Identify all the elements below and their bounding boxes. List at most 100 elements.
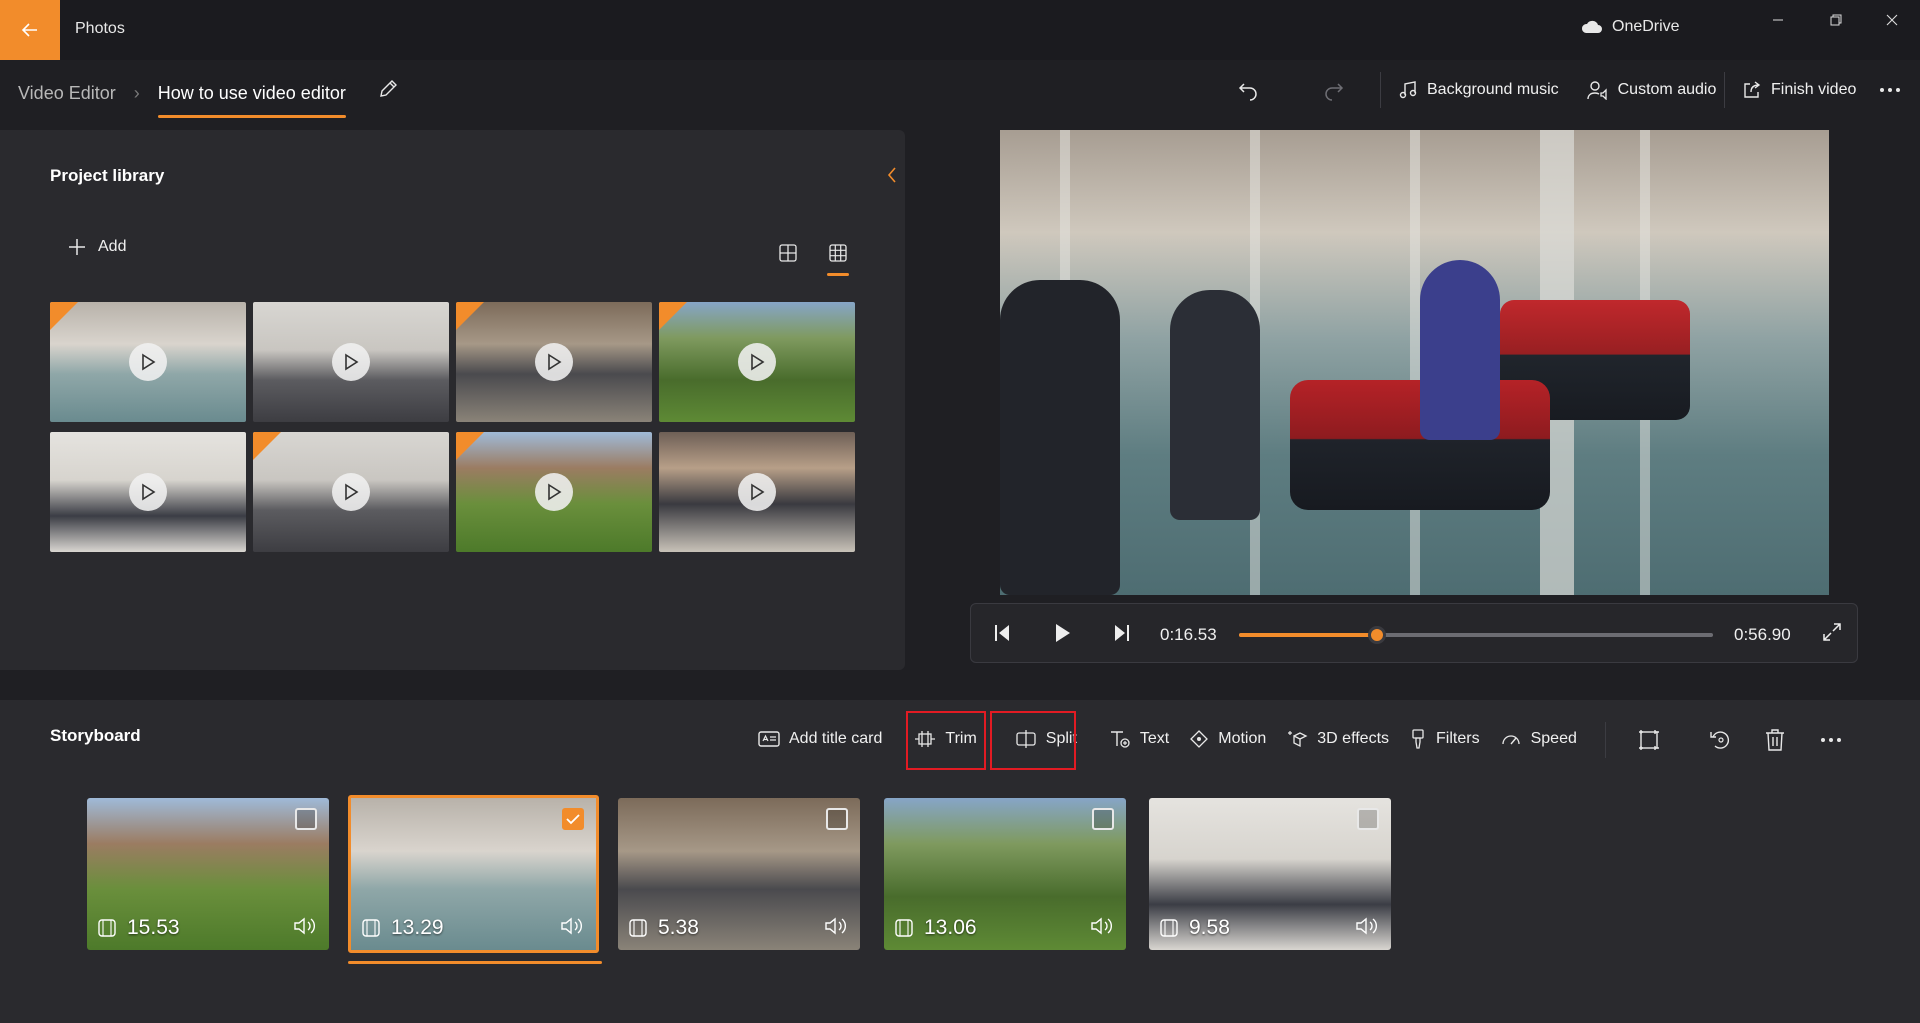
cloud-icon	[1581, 20, 1602, 33]
person-silhouette	[1000, 280, 1120, 595]
volume-icon[interactable]	[824, 916, 848, 936]
rotate-button[interactable]	[1708, 728, 1732, 752]
clip-checkbox[interactable]	[1092, 808, 1114, 830]
play-overlay-icon[interactable]	[129, 343, 167, 381]
volume-icon[interactable]	[293, 916, 317, 936]
rename-button[interactable]	[377, 78, 399, 100]
play-overlay-icon[interactable]	[332, 343, 370, 381]
play-button[interactable]	[1049, 620, 1075, 646]
library-thumbnail[interactable]	[456, 302, 652, 422]
video-preview[interactable]	[1000, 130, 1829, 595]
3d-effects-button[interactable]: 3D effects	[1276, 714, 1399, 764]
in-use-marker	[659, 302, 687, 330]
motion-icon	[1190, 730, 1209, 748]
add-title-card-button[interactable]: Add title card	[748, 714, 892, 764]
text-add-icon	[1110, 731, 1130, 748]
clip-duration-value: 15.53	[127, 916, 180, 939]
storyboard-toolbar: Add title card Trim Split Text Motion 3D…	[748, 714, 1587, 764]
volume-icon[interactable]	[1090, 916, 1114, 936]
speed-label: Speed	[1530, 730, 1577, 747]
chevron-right-icon: ›	[133, 83, 140, 103]
fullscreen-button[interactable]	[1821, 621, 1843, 643]
title-card-icon	[758, 731, 780, 747]
filters-button[interactable]: Filters	[1399, 714, 1490, 764]
library-thumbnail[interactable]	[456, 432, 652, 552]
onedrive-status[interactable]: OneDrive	[1580, 18, 1680, 36]
person-silhouette	[1170, 290, 1260, 520]
add-media-button[interactable]: Add	[68, 238, 126, 256]
library-thumbnail[interactable]	[659, 432, 855, 552]
storyboard-clip[interactable]: 5.38	[618, 798, 860, 950]
volume-icon[interactable]	[560, 916, 584, 936]
person-audio-icon	[1586, 81, 1607, 100]
clip-duration-value: 9.58	[1189, 916, 1230, 939]
clip-checkbox[interactable]	[562, 808, 584, 830]
storyboard-more-button[interactable]	[1819, 730, 1843, 750]
close-icon	[1886, 14, 1898, 26]
text-button[interactable]: Text	[1099, 714, 1179, 764]
storyboard-clip[interactable]: 13.06	[884, 798, 1126, 950]
split-highlight-box	[990, 711, 1076, 770]
storyboard-clip[interactable]: 9.58	[1149, 798, 1391, 950]
small-thumbnails-button[interactable]	[823, 238, 853, 276]
more-horizontal-icon	[1821, 738, 1841, 742]
play-overlay-icon[interactable]	[535, 343, 573, 381]
play-overlay-icon[interactable]	[738, 343, 776, 381]
resize-black-bars-button[interactable]	[1637, 728, 1661, 752]
library-thumbnail[interactable]	[253, 302, 449, 422]
library-thumbnail[interactable]	[253, 432, 449, 552]
film-icon	[362, 919, 380, 937]
custom-audio-button[interactable]: Custom audio	[1579, 72, 1725, 108]
clip-checkbox[interactable]	[1357, 808, 1379, 830]
volume-icon[interactable]	[1355, 916, 1379, 936]
in-use-marker	[456, 432, 484, 460]
storyboard-clip[interactable]: 15.53	[87, 798, 329, 950]
more-options-button[interactable]	[1878, 80, 1902, 100]
clip-duration: 5.38	[628, 916, 699, 940]
clip-checkbox[interactable]	[295, 808, 317, 830]
motion-button[interactable]: Motion	[1179, 714, 1276, 764]
seek-bar[interactable]	[1239, 626, 1713, 644]
seek-handle[interactable]	[1367, 626, 1386, 644]
library-thumbnail[interactable]	[50, 302, 246, 422]
back-button[interactable]	[0, 0, 60, 60]
play-overlay-icon[interactable]	[332, 473, 370, 511]
library-thumbnail[interactable]	[659, 302, 855, 422]
collapse-library-button[interactable]	[886, 166, 898, 184]
restore-button[interactable]	[1808, 0, 1864, 40]
project-library-title: Project library	[50, 166, 165, 185]
minimize-button[interactable]	[1750, 0, 1806, 40]
close-window-button[interactable]	[1864, 0, 1920, 40]
large-thumbnails-button[interactable]	[773, 238, 803, 268]
clip-duration: 13.29	[361, 916, 444, 940]
toolbar-divider	[1724, 72, 1725, 108]
checkmark-icon	[566, 814, 580, 825]
storyboard-clip[interactable]: 13.29	[348, 795, 599, 953]
selected-clip-indicator	[348, 961, 602, 964]
delete-button[interactable]	[1764, 728, 1786, 752]
rotate-icon	[1710, 731, 1730, 749]
redo-button[interactable]	[1322, 78, 1346, 102]
film-icon	[98, 919, 116, 937]
library-thumbnail[interactable]	[50, 432, 246, 552]
add-title-card-label: Add title card	[789, 730, 883, 747]
project-title[interactable]: How to use video editor	[157, 83, 346, 118]
clip-checkbox[interactable]	[826, 808, 848, 830]
clip-duration: 15.53	[97, 916, 180, 940]
play-overlay-icon[interactable]	[535, 473, 573, 511]
background-music-button[interactable]: Background music	[1390, 72, 1567, 108]
seek-progress	[1239, 633, 1377, 637]
finish-video-button[interactable]: Finish video	[1734, 72, 1864, 108]
speed-button[interactable]: Speed	[1490, 714, 1587, 764]
share-export-icon	[1744, 81, 1761, 98]
expand-icon	[1823, 623, 1841, 641]
undo-button[interactable]	[1236, 78, 1260, 102]
play-overlay-icon[interactable]	[129, 473, 167, 511]
previous-frame-button[interactable]	[989, 620, 1015, 646]
onedrive-label: OneDrive	[1612, 18, 1680, 35]
breadcrumb-video-editor[interactable]: Video Editor	[18, 83, 116, 104]
trim-highlight-box	[906, 711, 986, 770]
play-overlay-icon[interactable]	[738, 473, 776, 511]
project-library-panel: Project library Add	[0, 130, 905, 670]
next-frame-button[interactable]	[1109, 620, 1135, 646]
